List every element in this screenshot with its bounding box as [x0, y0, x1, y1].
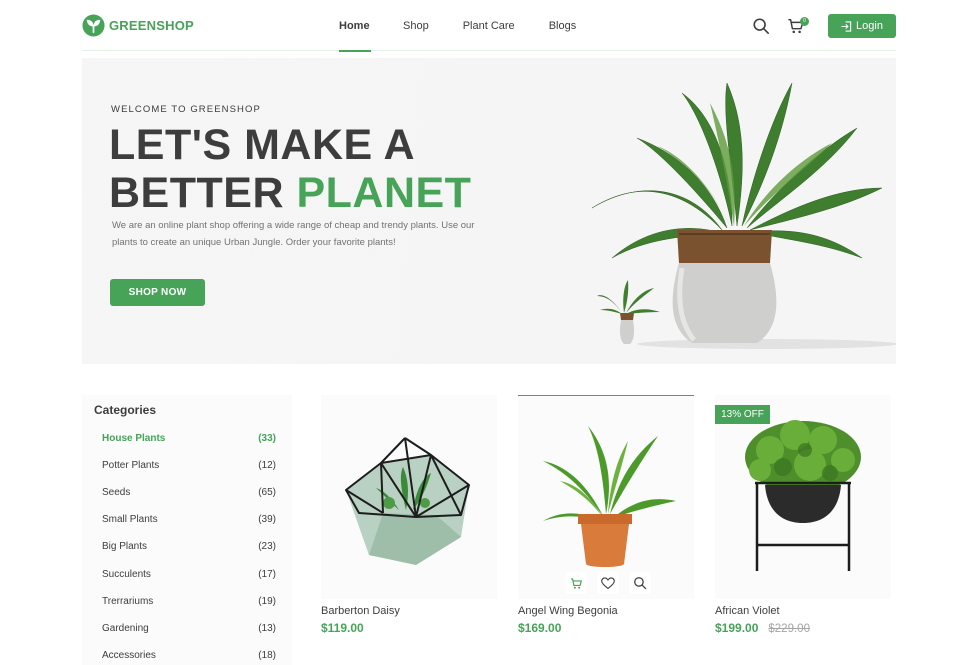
hero-title-dark: BETTER [109, 169, 297, 217]
product-name[interactable]: African Violet [715, 605, 891, 617]
categories-panel: Categories House Plants (33) Potter Plant… [82, 395, 292, 665]
leaf-logo-icon [82, 14, 105, 37]
login-icon [841, 20, 852, 32]
category-count: (19) [258, 595, 276, 607]
logo-text: GREENSHOP [109, 18, 194, 33]
terrarium-image [345, 437, 470, 565]
category-item[interactable]: Potter Plants (12) [82, 452, 292, 479]
category-count: (18) [258, 649, 276, 661]
quick-view-button[interactable] [629, 572, 651, 594]
category-label: Gardening [102, 622, 149, 634]
category-count: (17) [258, 568, 276, 580]
nav-blogs[interactable]: Blogs [549, 0, 577, 51]
wishlist-button[interactable] [597, 572, 619, 594]
add-to-cart-button[interactable] [565, 572, 587, 594]
hero-plant-illustration [591, 82, 896, 349]
category-item[interactable]: House Plants (33) [82, 425, 292, 452]
product-image-frame[interactable] [321, 395, 497, 599]
hero-description: We are an online plant shop offering a w… [112, 220, 475, 248]
hero-banner: WELCOME TO GREENSHOP LET'S MAKE A BETTER… [82, 58, 896, 364]
hero-title: LET'S MAKE A BETTER PLANET [109, 121, 471, 217]
nav-home[interactable]: Home [339, 0, 371, 52]
product-card-angel-wing-begonia[interactable]: Angel Wing Begonia $169.00 [518, 395, 694, 635]
price-row: $169.00 [518, 621, 694, 635]
product-image-frame[interactable] [518, 395, 694, 599]
shop-now-button[interactable]: SHOP NOW [110, 279, 205, 306]
product-name[interactable]: Barberton Daisy [321, 605, 497, 617]
planter-stand-image [745, 420, 861, 571]
categories-title: Categories [94, 403, 157, 417]
nav-shop[interactable]: Shop [403, 0, 429, 51]
product-card-african-violet[interactable]: 13% OFF African Violet $199.00 $229.00 [715, 395, 891, 635]
main-nav: Home Shop Plant Care Blogs [339, 0, 577, 52]
hero-title-line1: LET'S MAKE A [109, 121, 416, 169]
cart-count-badge: 0 [800, 17, 809, 26]
login-button[interactable]: Login [828, 14, 896, 38]
product-actions [565, 572, 651, 594]
category-label: Succulents [102, 568, 151, 580]
search-icon [634, 577, 647, 590]
category-count: (13) [258, 622, 276, 634]
heart-icon [601, 576, 615, 589]
product-card-barberton-daisy[interactable]: Barberton Daisy $119.00 [321, 395, 497, 635]
price-row: $119.00 [321, 621, 497, 635]
category-item[interactable]: Gardening (13) [82, 615, 292, 642]
categories-list: House Plants (33) Potter Plants (12) Seeds… [82, 425, 292, 665]
site-header: GREENSHOP Home Shop Plant Care Blogs 0 L… [82, 0, 896, 52]
price-row: $199.00 $229.00 [715, 621, 891, 635]
product-price: $119.00 [321, 621, 364, 635]
category-label: Big Plants [102, 541, 148, 553]
potted-fern-image [543, 426, 676, 567]
category-count: (12) [258, 460, 276, 472]
login-label: Login [856, 20, 883, 32]
category-count: (39) [258, 514, 276, 526]
category-item[interactable]: Trerrariums (19) [82, 588, 292, 615]
product-price: $199.00 [715, 621, 759, 635]
category-item[interactable]: Small Plants (39) [82, 506, 292, 533]
product-image-frame[interactable]: 13% OFF [715, 395, 891, 599]
category-count: (33) [258, 433, 276, 445]
search-icon[interactable] [752, 17, 770, 35]
category-label: Small Plants [102, 514, 158, 526]
category-item[interactable]: Seeds (65) [82, 479, 292, 506]
hero-title-green: PLANET [296, 169, 472, 217]
product-old-price: $229.00 [768, 623, 810, 635]
category-count: (23) [258, 541, 276, 553]
category-label: House Plants [102, 433, 166, 445]
category-label: Accessories [102, 649, 156, 661]
category-item[interactable]: Big Plants (23) [82, 533, 292, 560]
category-item[interactable]: Succulents (17) [82, 560, 292, 587]
category-label: Seeds [102, 487, 131, 499]
product-name[interactable]: Angel Wing Begonia [518, 605, 694, 617]
category-label: Trerrariums [102, 595, 154, 607]
category-item[interactable]: Accessories (18) [82, 642, 292, 665]
product-price: $169.00 [518, 621, 562, 635]
logo[interactable]: GREENSHOP [82, 14, 194, 37]
nav-plant-care[interactable]: Plant Care [463, 0, 515, 51]
cart-icon [570, 577, 582, 589]
category-count: (65) [258, 487, 276, 499]
category-label: Potter Plants [102, 460, 160, 472]
hero-eyebrow: WELCOME TO GREENSHOP [111, 104, 261, 115]
